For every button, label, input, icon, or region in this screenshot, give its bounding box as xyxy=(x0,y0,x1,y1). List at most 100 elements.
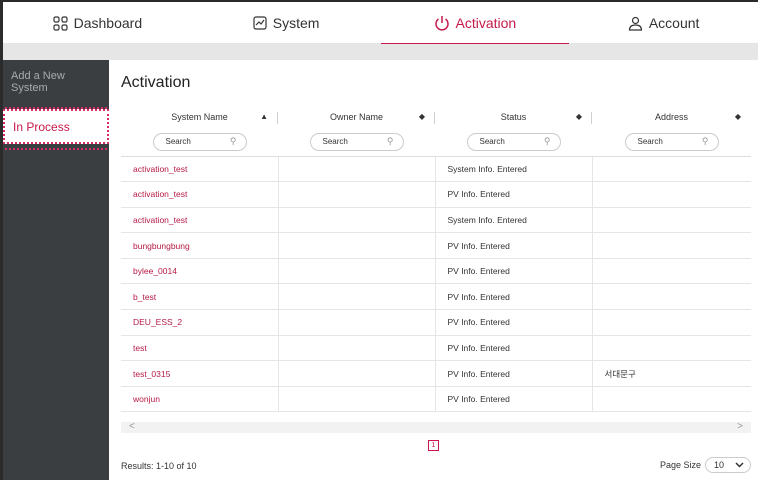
table-row[interactable]: bylee_0014 PV Info. Entered xyxy=(121,258,751,285)
system-name-link[interactable]: activation_test xyxy=(121,156,278,183)
results-count: Results: 1-10 of 10 xyxy=(121,461,197,471)
dashboard-grid-icon xyxy=(53,15,68,31)
page-size-control: Page Size 10 xyxy=(660,457,751,473)
table-row[interactable]: activation_test PV Info. Entered xyxy=(121,181,751,208)
sort-icon[interactable]: ◆ xyxy=(576,112,582,121)
sidebar-item-label: In Process xyxy=(13,119,70,134)
address-cell: 서대문구 xyxy=(591,360,751,387)
page-button[interactable]: 1 xyxy=(428,440,439,451)
address-cell xyxy=(591,258,751,285)
table-row[interactable]: activation_test System Info. Entered xyxy=(121,207,751,234)
column-header-label: Address xyxy=(654,112,689,122)
search-icon: ⚲ xyxy=(701,136,709,147)
owner-name-cell xyxy=(277,360,435,387)
column-header-label: Owner Name xyxy=(329,112,383,122)
column-header-status[interactable]: Status ◆ xyxy=(435,106,592,128)
status-cell: PV Info. Entered xyxy=(434,309,592,336)
column-header-owner-name[interactable]: Owner Name ◆ xyxy=(278,106,435,128)
page-size-label: Page Size xyxy=(659,460,701,470)
owner-name-cell xyxy=(277,335,435,362)
tab-system[interactable]: System xyxy=(192,2,381,44)
system-name-link[interactable]: DEU_ESS_2 xyxy=(121,309,278,336)
tab-account[interactable]: Account xyxy=(569,2,758,44)
address-cell xyxy=(591,232,751,259)
owner-name-cell xyxy=(277,232,435,259)
page-size-select[interactable]: 10 xyxy=(705,457,751,473)
table-row[interactable]: activation_test System Info. Entered xyxy=(121,156,751,183)
address-cell xyxy=(591,207,751,234)
system-name-link[interactable]: test_0315 xyxy=(121,360,278,387)
table-row[interactable]: DEU_ESS_2 PV Info. Entered xyxy=(121,309,751,336)
status-cell: System Info. Entered xyxy=(434,207,592,234)
column-header-label: Status xyxy=(500,112,527,122)
power-icon xyxy=(434,16,449,31)
system-name-link[interactable]: bylee_0014 xyxy=(121,258,278,285)
status-cell: PV Info. Entered xyxy=(434,283,592,311)
scroll-left-icon[interactable]: < xyxy=(129,421,135,432)
owner-name-cell xyxy=(277,156,435,183)
table-row[interactable]: wonjun PV Info. Entered xyxy=(121,386,751,413)
search-input-status[interactable]: Search ⚲ xyxy=(466,132,561,151)
address-cell xyxy=(591,309,751,336)
sort-icon[interactable]: ◆ xyxy=(419,112,425,121)
tab-system-label: System xyxy=(272,15,320,31)
owner-name-cell xyxy=(277,181,435,208)
tab-dashboard-label: Dashboard xyxy=(73,15,143,31)
address-cell xyxy=(591,181,751,208)
system-name-link[interactable]: b_test xyxy=(121,283,278,311)
table-row[interactable]: b_test PV Info. Entered xyxy=(121,283,751,311)
tab-activation-label: Activation xyxy=(455,15,517,31)
owner-name-cell xyxy=(277,283,435,311)
column-header-label: System Name xyxy=(171,112,228,122)
user-icon xyxy=(628,16,642,31)
search-icon: ⚲ xyxy=(543,136,551,147)
owner-name-cell xyxy=(277,386,435,413)
system-name-link[interactable]: activation_test xyxy=(121,207,278,234)
search-icon: ⚲ xyxy=(229,136,237,147)
tab-activation[interactable]: Activation xyxy=(380,2,570,45)
table-row[interactable]: test_0315 PV Info. Entered 서대문구 xyxy=(121,360,751,387)
search-input-owner-name[interactable]: Search ⚲ xyxy=(309,132,404,151)
main-content: Activation System Name ▲ Owner Name ◆ St… xyxy=(121,60,751,480)
system-name-link[interactable]: test xyxy=(121,335,278,362)
address-cell xyxy=(591,335,751,362)
sidebar-item-add-system[interactable]: Add a New System xyxy=(3,60,109,103)
owner-name-cell xyxy=(277,207,435,234)
top-nav: Dashboard System Activation Account xyxy=(3,2,758,45)
status-cell: System Info. Entered xyxy=(434,156,592,183)
system-chart-icon xyxy=(253,16,267,30)
column-header-system-name[interactable]: System Name ▲ xyxy=(121,106,278,128)
address-cell xyxy=(591,156,751,183)
chevron-down-icon xyxy=(735,462,744,468)
tab-account-label: Account xyxy=(648,15,700,31)
focus-dots xyxy=(5,144,107,150)
system-name-link[interactable]: wonjun xyxy=(121,386,278,413)
tab-dashboard[interactable]: Dashboard xyxy=(3,2,192,44)
table-row[interactable]: bungbungbung PV Info. Entered xyxy=(121,232,751,259)
sidebar-item-label: Add a New System xyxy=(11,70,65,94)
page-title: Activation xyxy=(121,74,191,91)
column-header-address[interactable]: Address ◆ xyxy=(592,106,751,128)
table-row[interactable]: test PV Info. Entered xyxy=(121,335,751,362)
scroll-right-icon[interactable]: > xyxy=(737,421,743,432)
owner-name-cell xyxy=(277,258,435,285)
activation-table: System Name ▲ Owner Name ◆ Status ◆ Addr… xyxy=(121,106,751,413)
header-band xyxy=(3,44,758,60)
owner-name-cell xyxy=(277,309,435,336)
sidebar-item-in-process[interactable]: In Process xyxy=(3,109,109,144)
search-input-system-name[interactable]: Search ⚲ xyxy=(152,132,247,151)
sort-asc-icon[interactable]: ▲ xyxy=(260,112,268,121)
address-cell xyxy=(591,386,751,413)
horizontal-scrollbar[interactable]: < > xyxy=(121,421,751,433)
sort-icon[interactable]: ◆ xyxy=(735,112,741,121)
status-cell: PV Info. Entered xyxy=(434,232,592,259)
status-cell: PV Info. Entered xyxy=(434,181,592,208)
search-input-address[interactable]: Search ⚲ xyxy=(624,132,719,151)
system-name-link[interactable]: bungbungbung xyxy=(121,232,278,259)
system-name-link[interactable]: activation_test xyxy=(121,181,278,208)
status-cell: PV Info. Entered xyxy=(434,386,592,413)
search-icon: ⚲ xyxy=(386,136,394,147)
status-cell: PV Info. Entered xyxy=(434,335,592,362)
status-cell: PV Info. Entered xyxy=(434,360,592,387)
sidebar: Add a New System In Process xyxy=(3,60,109,480)
